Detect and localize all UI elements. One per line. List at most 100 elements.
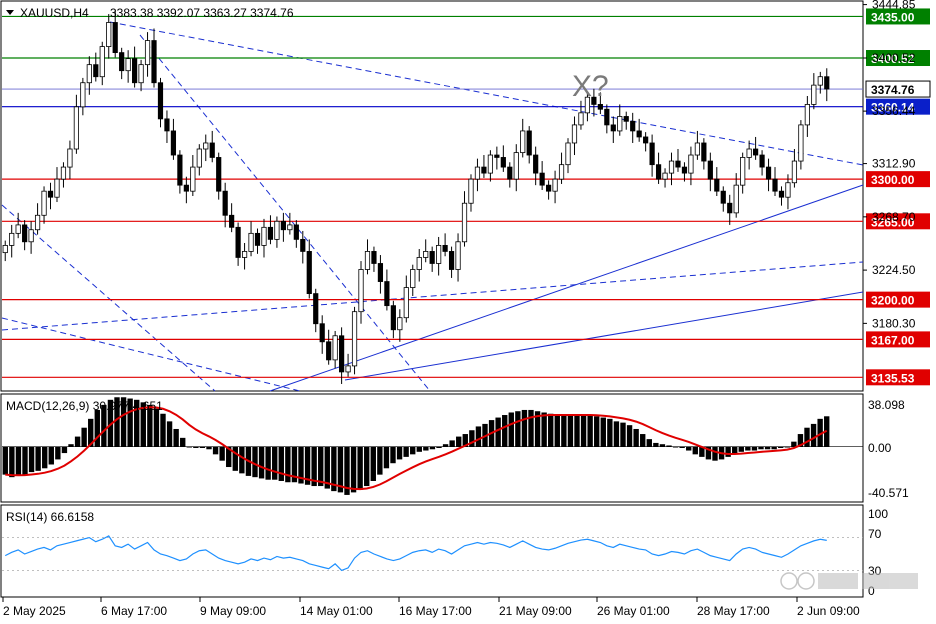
macd-bar <box>587 415 593 447</box>
macd-bar <box>666 445 672 447</box>
macd-bar <box>574 415 580 447</box>
candle-body <box>513 152 519 180</box>
macd-bar <box>239 446 245 474</box>
macd-bar <box>160 413 166 447</box>
macd-bar <box>508 412 514 447</box>
candle-body <box>558 164 565 180</box>
macd-bar <box>449 440 455 447</box>
level-tag-3200.00: 3200.00 <box>871 294 915 308</box>
candle-body <box>112 22 118 54</box>
candle-body <box>138 64 144 84</box>
candle-body <box>468 178 474 204</box>
candle-body <box>106 22 112 47</box>
macd-bar <box>278 446 284 481</box>
candle-body <box>313 293 319 325</box>
level-tag-3167.00: 3167.00 <box>871 333 915 347</box>
candle-body <box>73 106 79 150</box>
macd-bar <box>751 446 758 451</box>
candle-body <box>759 154 765 168</box>
candle-body <box>817 76 823 86</box>
candle-body <box>216 157 222 192</box>
macd-bar <box>15 446 22 476</box>
macd-bar <box>626 425 633 447</box>
time-tick-label: 26 May 01:00 <box>597 604 670 618</box>
macd-bar <box>186 446 192 448</box>
candle-body <box>571 124 578 144</box>
candle-body <box>390 305 396 331</box>
macd-bar <box>771 446 777 450</box>
macd-bar <box>370 446 376 481</box>
candle-body <box>623 116 629 122</box>
macd-bar <box>42 446 48 469</box>
candle-body <box>655 164 662 180</box>
time-tick-label: 16 May 17:00 <box>399 604 472 618</box>
candle-body <box>565 142 571 166</box>
macd-bar <box>442 444 449 447</box>
candle-body <box>351 311 358 367</box>
candle-body <box>778 190 785 198</box>
candle-body <box>203 142 209 150</box>
candle-body <box>785 182 791 198</box>
macd-bar <box>554 415 560 447</box>
time-tick-label: 28 May 17:00 <box>697 604 770 618</box>
candle-body <box>410 269 416 288</box>
macd-bar <box>692 446 698 455</box>
candle-body <box>293 224 299 240</box>
time-tick-label: 21 May 09:00 <box>499 604 572 618</box>
macd-bar <box>357 446 363 490</box>
candle-body <box>319 323 325 343</box>
candle-body <box>824 76 830 90</box>
macd-bar <box>153 408 160 447</box>
price-tick-label: 3400.52 <box>872 51 916 65</box>
macd-bar <box>252 446 258 478</box>
candle-body <box>455 241 461 270</box>
candle-body <box>720 190 726 204</box>
candle-body <box>727 202 733 214</box>
candle-body <box>791 160 798 184</box>
macd-bar <box>712 446 718 461</box>
trading-chart[interactable]: 3435.003400.523374.763360.143300.003265.… <box>0 0 936 624</box>
price-tick-label: 3180.30 <box>872 316 916 330</box>
time-tick-label: 9 May 09:00 <box>200 604 266 618</box>
macd-values: 30.977 4.651 <box>93 399 163 413</box>
candle-body <box>229 214 235 228</box>
macd-bar <box>48 446 54 465</box>
macd-bar <box>495 417 501 447</box>
candle-body <box>2 245 8 254</box>
candle-body <box>500 157 506 168</box>
chart-header: XAUUSD,H4 3383.38 3392.07 3363.27 3374.7… <box>6 6 294 20</box>
macd-bar <box>2 446 8 475</box>
candle-body <box>429 251 435 264</box>
macd-bar <box>22 446 28 475</box>
macd-bar <box>633 428 639 447</box>
candle-body <box>300 238 306 252</box>
candle-body <box>701 142 707 162</box>
macd-bar <box>272 446 278 480</box>
candle-body <box>196 148 202 168</box>
macd-bar <box>778 446 784 448</box>
symbol-label: XAUUSD,H4 <box>20 6 89 20</box>
candle-body <box>448 251 455 270</box>
candle-body <box>132 58 138 84</box>
macd-bar <box>410 446 416 455</box>
macd-bar <box>548 413 554 447</box>
macd-bar <box>232 446 238 471</box>
candle-body <box>772 178 778 192</box>
candle-body <box>662 172 668 180</box>
macd-bar <box>258 446 265 479</box>
price-tick-label: 3224.50 <box>872 263 916 277</box>
macd-bar <box>791 441 797 447</box>
macd-bar <box>403 446 409 457</box>
macd-bar <box>607 418 613 447</box>
macd-bar <box>318 446 324 487</box>
candle-body <box>507 166 513 180</box>
candle-body <box>164 118 170 132</box>
candle-body <box>326 341 332 361</box>
candle-body <box>753 148 759 156</box>
candle-body <box>578 112 584 126</box>
macd-bar <box>810 423 817 447</box>
macd-bar <box>193 446 199 448</box>
macd-bar <box>423 446 429 451</box>
candle-body <box>481 166 487 174</box>
candle-body <box>47 190 54 198</box>
